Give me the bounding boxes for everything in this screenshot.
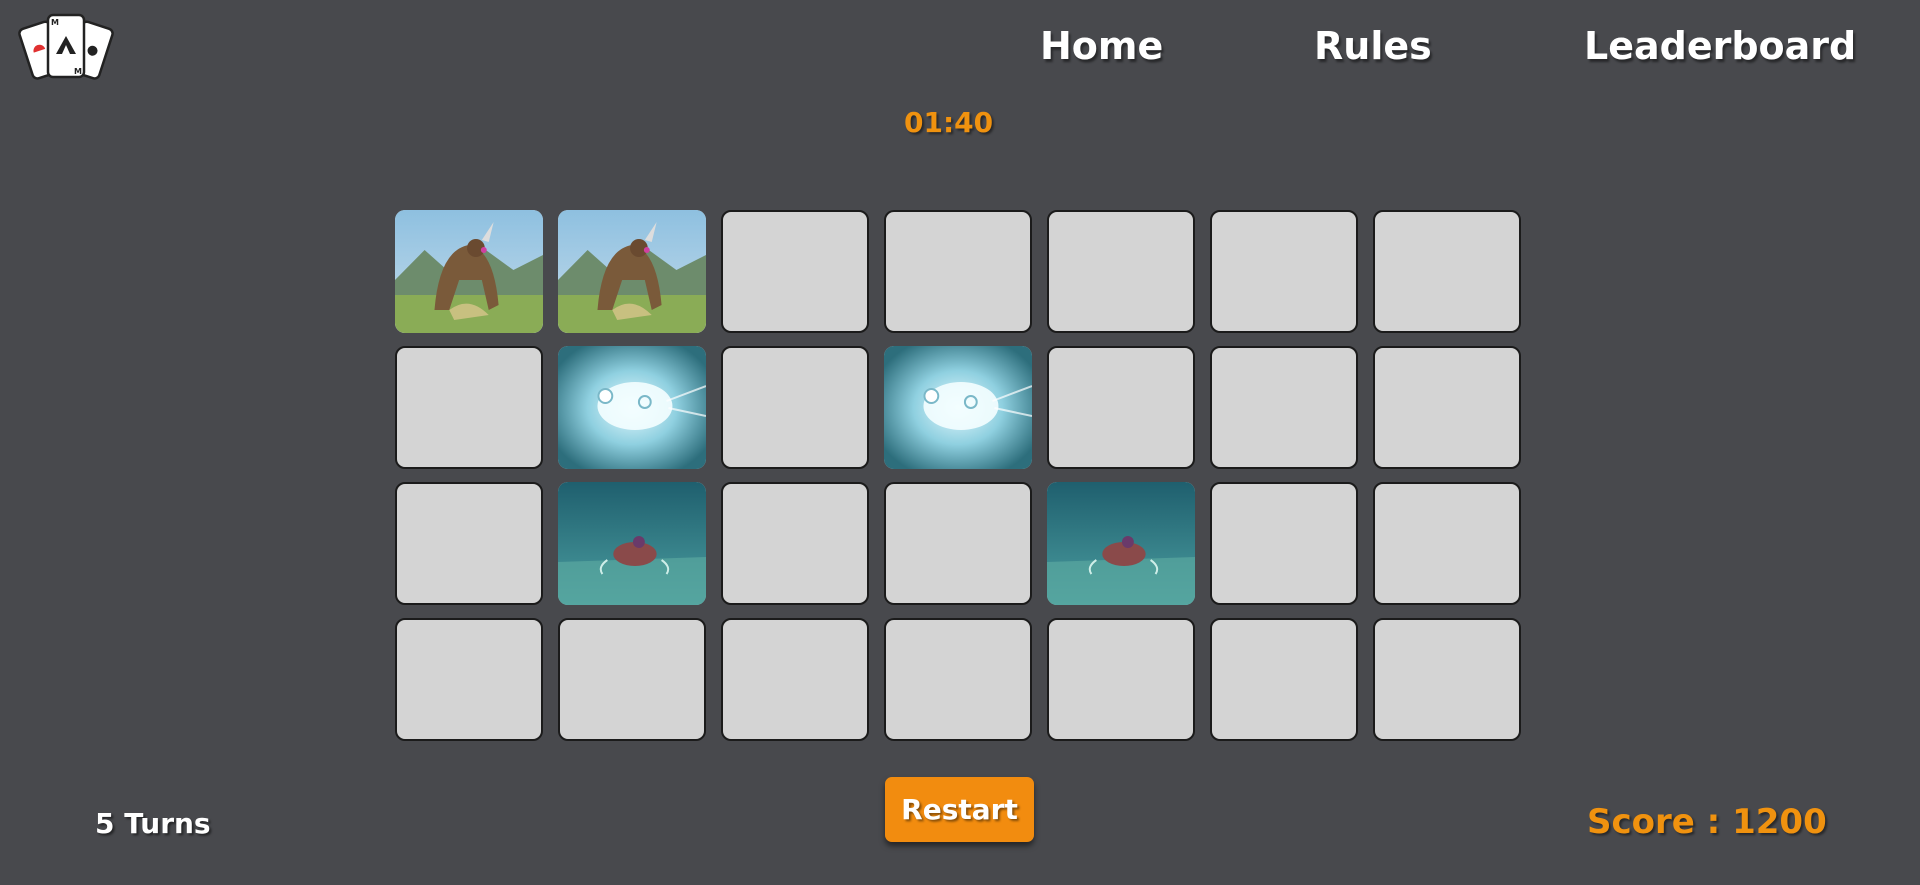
card-face-down[interactable]	[884, 210, 1032, 333]
card-face-down[interactable]	[1373, 210, 1521, 333]
game-timer: 01:40	[904, 106, 994, 139]
card-revealed-guardian[interactable]	[1047, 482, 1195, 605]
nav-home-link[interactable]: Home	[1040, 24, 1163, 68]
card-face-down[interactable]	[884, 618, 1032, 741]
card-revealed-spirit[interactable]	[884, 346, 1032, 469]
card-revealed-spirit[interactable]	[558, 346, 706, 469]
svg-text:M: M	[51, 18, 59, 27]
nav-rules-link[interactable]: Rules	[1314, 24, 1432, 68]
card-face-down[interactable]	[721, 210, 869, 333]
card-revealed-lynel[interactable]	[395, 210, 543, 333]
card-face-down[interactable]	[1210, 482, 1358, 605]
card-face-down[interactable]	[558, 618, 706, 741]
card-face-down[interactable]	[721, 482, 869, 605]
card-face-down[interactable]	[395, 618, 543, 741]
card-face-down[interactable]	[1373, 482, 1521, 605]
restart-button[interactable]: Restart	[885, 777, 1034, 842]
card-face-down[interactable]	[884, 482, 1032, 605]
card-face-down[interactable]	[1047, 210, 1195, 333]
card-board	[395, 210, 1521, 741]
card-face-down[interactable]	[1047, 346, 1195, 469]
card-face-down[interactable]	[1373, 618, 1521, 741]
card-face-down[interactable]	[721, 346, 869, 469]
svg-text:M: M	[74, 67, 82, 76]
card-face-down[interactable]	[1210, 618, 1358, 741]
turns-counter: 5 Turns	[95, 807, 211, 840]
card-revealed-lynel[interactable]	[558, 210, 706, 333]
card-face-down[interactable]	[1210, 210, 1358, 333]
playing-cards-logo-icon[interactable]: M M	[14, 10, 118, 84]
card-revealed-guardian[interactable]	[558, 482, 706, 605]
card-face-down[interactable]	[721, 618, 869, 741]
card-face-down[interactable]	[1373, 346, 1521, 469]
card-face-down[interactable]	[1047, 618, 1195, 741]
card-face-down[interactable]	[395, 482, 543, 605]
score-display: Score : 1200	[1587, 802, 1827, 842]
card-face-down[interactable]	[395, 346, 543, 469]
card-face-down[interactable]	[1210, 346, 1358, 469]
nav-leaderboard-link[interactable]: Leaderboard	[1584, 24, 1856, 68]
